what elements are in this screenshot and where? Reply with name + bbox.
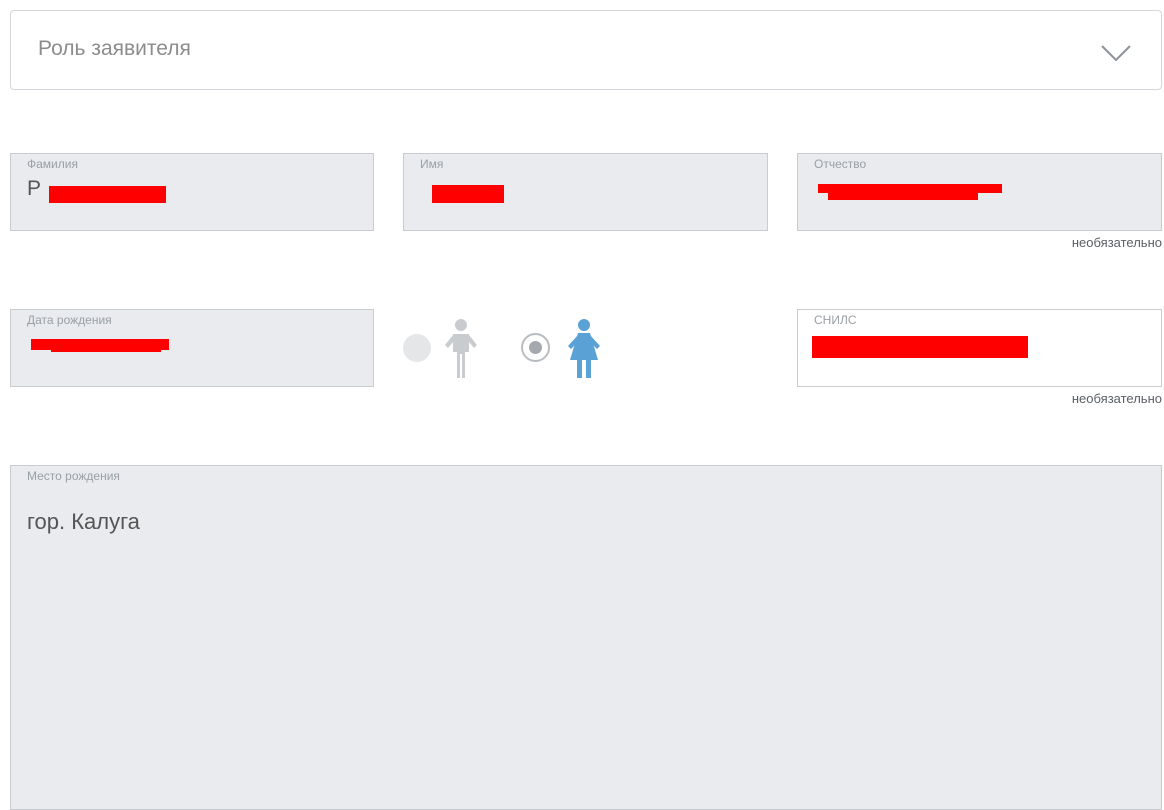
gender-male-radio[interactable] bbox=[403, 334, 431, 362]
surname-value: Р bbox=[27, 177, 42, 200]
birth-date-field[interactable]: Дата рождения bbox=[10, 309, 374, 387]
snils-optional-hint: необязательно bbox=[1071, 391, 1162, 406]
redaction-bar bbox=[51, 346, 161, 352]
redaction-bar bbox=[432, 185, 504, 203]
patronymic-label: Отчество bbox=[814, 157, 867, 171]
radio-checked-dot bbox=[529, 341, 542, 354]
redaction-bar bbox=[812, 336, 1028, 358]
chevron-down-icon bbox=[1101, 45, 1131, 61]
female-figure-icon[interactable] bbox=[563, 318, 605, 380]
birth-place-textarea[interactable]: Место рождения гор. Калуга bbox=[10, 465, 1162, 810]
redaction-bar bbox=[828, 193, 978, 200]
redaction-bar bbox=[818, 184, 1002, 193]
redaction-bar bbox=[49, 186, 166, 203]
gender-female-radio[interactable] bbox=[521, 333, 550, 362]
surname-field[interactable]: Фамилия Р bbox=[10, 153, 374, 231]
snils-field[interactable]: СНИЛС bbox=[797, 309, 1162, 387]
role-select-placeholder: Роль заявителя bbox=[38, 37, 191, 60]
surname-label: Фамилия bbox=[27, 157, 78, 171]
male-figure-icon[interactable] bbox=[443, 318, 479, 380]
patronymic-field[interactable]: Отчество bbox=[797, 153, 1162, 231]
birth-date-label: Дата рождения bbox=[27, 313, 112, 327]
patronymic-optional-hint: необязательно bbox=[1071, 235, 1162, 250]
snils-label: СНИЛС bbox=[814, 313, 857, 327]
birth-place-value: гор. Калуга bbox=[27, 509, 140, 534]
birth-place-label: Место рождения bbox=[27, 469, 120, 483]
role-select[interactable]: Роль заявителя bbox=[10, 10, 1162, 90]
name-label: Имя bbox=[420, 157, 444, 171]
name-field[interactable]: Имя bbox=[403, 153, 768, 231]
